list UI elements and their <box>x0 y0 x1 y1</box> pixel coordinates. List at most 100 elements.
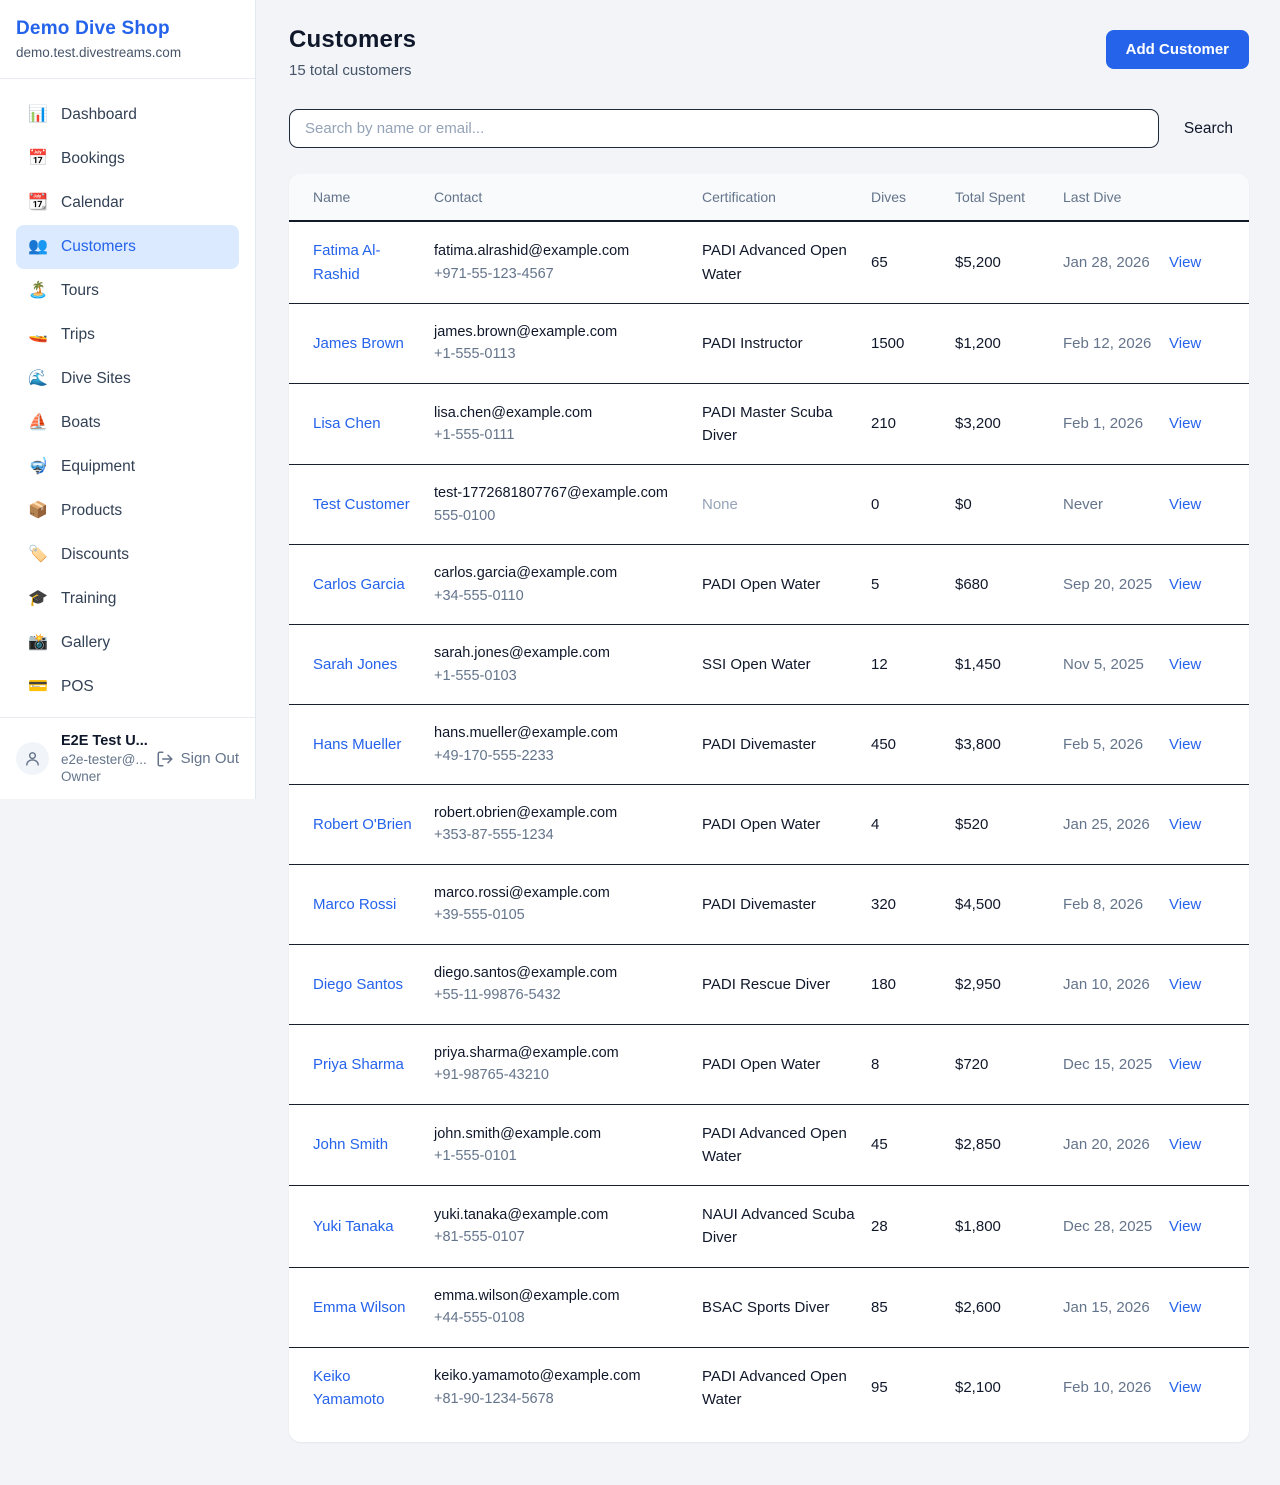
view-link[interactable]: View <box>1169 415 1201 432</box>
shop-name[interactable]: Demo Dive Shop <box>16 18 239 40</box>
customer-name-link[interactable]: Keiko Yamamoto <box>313 1368 384 1408</box>
view-link[interactable]: View <box>1169 1218 1201 1235</box>
customer-email: john.smith@example.com <box>434 1123 686 1145</box>
customer-name-link[interactable]: Priya Sharma <box>313 1056 404 1073</box>
certification-cell: None <box>702 465 871 545</box>
sidebar-item-boats[interactable]: ⛵ Boats <box>16 401 239 445</box>
sign-out-button[interactable]: Sign Out <box>156 750 239 768</box>
view-link[interactable]: View <box>1169 1056 1201 1073</box>
nav-label: Bookings <box>61 150 125 168</box>
customer-phone: +39-555-0105 <box>434 904 686 926</box>
nav-icon: 🎓 <box>28 591 48 607</box>
total-spent-cell: $0 <box>955 465 1063 545</box>
nav-label: Dashboard <box>61 106 137 124</box>
sidebar-item-bookings[interactable]: 📅 Bookings <box>16 137 239 181</box>
sidebar-item-gallery[interactable]: 📸 Gallery <box>16 621 239 665</box>
nav-icon: 🌊 <box>28 371 48 387</box>
sidebar-item-customers[interactable]: 👥 Customers <box>16 225 239 269</box>
customer-email: hans.mueller@example.com <box>434 722 686 744</box>
view-link[interactable]: View <box>1169 1379 1201 1396</box>
dives-cell: 85 <box>871 1267 955 1347</box>
view-link[interactable]: View <box>1169 816 1201 833</box>
last-dive-cell: Feb 1, 2026 <box>1063 383 1169 465</box>
add-customer-button[interactable]: Add Customer <box>1106 30 1249 69</box>
sidebar-item-dashboard[interactable]: 📊 Dashboard <box>16 93 239 137</box>
contact-cell: john.smith@example.com +1-555-0101 <box>434 1104 702 1186</box>
sidebar-item-training[interactable]: 🎓 Training <box>16 577 239 621</box>
last-dive-cell: Jan 20, 2026 <box>1063 1104 1169 1186</box>
customer-name-link[interactable]: Marco Rossi <box>313 896 396 913</box>
nav-icon: 💳 <box>28 679 48 695</box>
customer-name-link[interactable]: Lisa Chen <box>313 415 381 432</box>
customer-count: 15 total customers <box>289 62 416 79</box>
customer-name-link[interactable]: Sarah Jones <box>313 656 397 673</box>
table-row: Carlos Garcia carlos.garcia@example.com … <box>289 545 1249 625</box>
customer-phone: +81-555-0107 <box>434 1226 686 1248</box>
customer-email: marco.rossi@example.com <box>434 882 686 904</box>
customer-name-link[interactable]: Hans Mueller <box>313 736 401 753</box>
search-input[interactable] <box>289 109 1159 148</box>
sidebar-item-products[interactable]: 📦 Products <box>16 489 239 533</box>
customer-name-link[interactable]: Yuki Tanaka <box>313 1218 394 1235</box>
certification-cell: PADI Master Scuba Diver <box>702 383 871 465</box>
contact-cell: carlos.garcia@example.com +34-555-0110 <box>434 545 702 625</box>
sidebar-item-pos[interactable]: 💳 POS <box>16 665 239 709</box>
table-row: Diego Santos diego.santos@example.com +5… <box>289 944 1249 1024</box>
view-link[interactable]: View <box>1169 896 1201 913</box>
table-header: Name Contact Certification Dives Total S… <box>289 174 1249 221</box>
user-email: e2e-tester@... <box>61 751 144 769</box>
view-link[interactable]: View <box>1169 576 1201 593</box>
customer-name-link[interactable]: Diego Santos <box>313 976 403 993</box>
table-row: John Smith john.smith@example.com +1-555… <box>289 1104 1249 1186</box>
user-info: E2E Test U... e2e-tester@... Owner <box>61 732 144 786</box>
customer-name-link[interactable]: Test Customer <box>313 496 410 513</box>
last-dive-cell: Sep 20, 2025 <box>1063 545 1169 625</box>
dives-cell: 95 <box>871 1347 955 1428</box>
customer-name-link[interactable]: Robert O'Brien <box>313 816 412 833</box>
customer-name-link[interactable]: Fatima Al-Rashid <box>313 242 381 282</box>
customer-email: fatima.alrashid@example.com <box>434 240 686 262</box>
table-row: Test Customer test-1772681807767@example… <box>289 465 1249 545</box>
customer-email: emma.wilson@example.com <box>434 1285 686 1307</box>
contact-cell: marco.rossi@example.com +39-555-0105 <box>434 864 702 944</box>
customer-phone: +44-555-0108 <box>434 1307 686 1329</box>
certification-cell: PADI Open Water <box>702 1024 871 1104</box>
view-link[interactable]: View <box>1169 656 1201 673</box>
sidebar-item-discounts[interactable]: 🏷️ Discounts <box>16 533 239 577</box>
sidebar-item-calendar[interactable]: 📆 Calendar <box>16 181 239 225</box>
dives-cell: 180 <box>871 944 955 1024</box>
nav-label: Tours <box>61 282 99 300</box>
customer-name-link[interactable]: Carlos Garcia <box>313 576 405 593</box>
last-dive-cell: Jan 10, 2026 <box>1063 944 1169 1024</box>
sidebar-item-trips[interactable]: 🚤 Trips <box>16 313 239 357</box>
view-link[interactable]: View <box>1169 254 1201 271</box>
view-link[interactable]: View <box>1169 1299 1201 1316</box>
view-link[interactable]: View <box>1169 976 1201 993</box>
view-link[interactable]: View <box>1169 1136 1201 1153</box>
view-link[interactable]: View <box>1169 496 1201 513</box>
sidebar-item-tours[interactable]: 🏝️ Tours <box>16 269 239 313</box>
customer-name-link[interactable]: John Smith <box>313 1136 388 1153</box>
nav-icon: 🚤 <box>28 327 48 343</box>
customer-name-link[interactable]: Emma Wilson <box>313 1299 406 1316</box>
search-button[interactable]: Search <box>1168 120 1249 138</box>
customer-email: carlos.garcia@example.com <box>434 562 686 584</box>
dives-cell: 450 <box>871 705 955 785</box>
sidebar-item-equipment[interactable]: 🤿 Equipment <box>16 445 239 489</box>
contact-cell: james.brown@example.com +1-555-0113 <box>434 303 702 383</box>
view-link[interactable]: View <box>1169 335 1201 352</box>
view-link[interactable]: View <box>1169 736 1201 753</box>
nav-icon: 📊 <box>28 107 48 123</box>
column-header-last-dive: Last Dive <box>1063 174 1169 221</box>
nav-icon: 🏝️ <box>28 283 48 299</box>
nav-label: Discounts <box>61 546 129 564</box>
sidebar-item-dive-sites[interactable]: 🌊 Dive Sites <box>16 357 239 401</box>
last-dive-cell: Jan 25, 2026 <box>1063 784 1169 864</box>
nav-label: Products <box>61 502 122 520</box>
last-dive-cell: Dec 15, 2025 <box>1063 1024 1169 1104</box>
customer-name-link[interactable]: James Brown <box>313 335 404 352</box>
dives-cell: 4 <box>871 784 955 864</box>
page-header: Customers 15 total customers Add Custome… <box>289 26 1249 79</box>
contact-cell: lisa.chen@example.com +1-555-0111 <box>434 383 702 465</box>
customers-table: Name Contact Certification Dives Total S… <box>289 174 1249 1428</box>
